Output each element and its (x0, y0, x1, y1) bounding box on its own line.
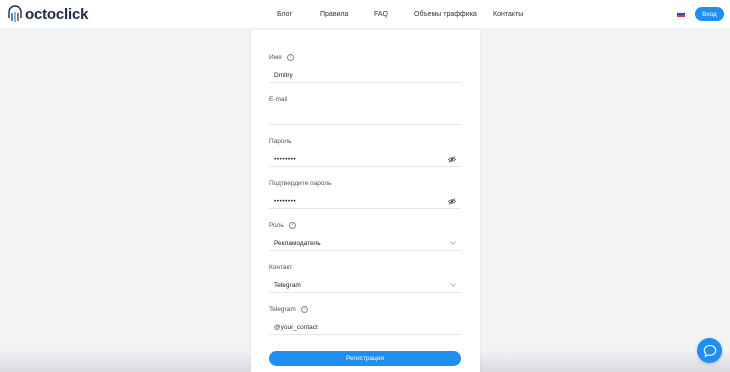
confirm-password-label-text: Подтвердите пароль (269, 180, 332, 187)
confirm-password-label: Подтвердите пароль (269, 180, 332, 187)
nav-traffic[interactable]: Объемы траффика (414, 11, 477, 18)
name-value: Dmitry (274, 72, 293, 79)
chevron-down-icon (450, 241, 456, 245)
role-select[interactable]: Рекламодатель (269, 237, 461, 251)
telegram-label-text: Telegram (269, 306, 296, 313)
password-value: •••••••• (274, 156, 297, 163)
role-value: Рекламодатель (274, 240, 321, 247)
nav-contacts[interactable]: Контакты (493, 11, 523, 18)
email-field[interactable] (269, 111, 461, 125)
contact-select[interactable]: Telegram (269, 279, 461, 293)
nav-faq[interactable]: FAQ (374, 11, 388, 18)
confirm-password-field[interactable]: •••••••• (269, 195, 461, 209)
password-field[interactable]: •••••••• (269, 153, 461, 167)
email-label: E-mail (269, 96, 287, 103)
registration-form: Имя ? Dmitry E-mail Пароль •••••••• Подт… (251, 30, 480, 372)
eye-off-icon[interactable] (448, 198, 456, 205)
password-label-text: Пароль (269, 138, 292, 145)
login-button[interactable]: Вход (695, 7, 724, 21)
help-icon[interactable]: ? (286, 54, 294, 61)
nav-blog[interactable]: Блог (277, 11, 292, 18)
contact-label: Контакт (269, 264, 292, 271)
role-label-text: Роль (269, 222, 284, 229)
brand-name: octoclick (25, 5, 89, 23)
chevron-down-icon (450, 283, 456, 287)
eye-off-icon[interactable] (448, 156, 456, 163)
telegram-placeholder: @your_contact (274, 324, 318, 331)
chat-widget-button[interactable] (697, 338, 722, 363)
register-button[interactable]: Регистрация (269, 351, 461, 366)
contact-value: Telegram (274, 282, 301, 289)
language-flag-icon[interactable] (677, 11, 685, 17)
telegram-label: Telegram ? (269, 306, 308, 313)
help-icon[interactable]: ? (300, 306, 308, 313)
top-header: octoclick Блог Правила FAQ Объемы траффи… (0, 0, 730, 28)
nav-rules[interactable]: Правила (320, 11, 348, 18)
help-icon[interactable]: ? (288, 222, 296, 229)
role-label: Роль ? (269, 222, 296, 229)
chat-bubble-icon (703, 344, 716, 357)
password-label: Пароль (269, 138, 292, 145)
email-label-text: E-mail (269, 96, 288, 103)
contact-label-text: Контакт (269, 264, 293, 271)
telegram-field[interactable]: @your_contact (269, 321, 461, 335)
logo[interactable]: octoclick (6, 4, 88, 24)
confirm-password-value: •••••••• (274, 198, 297, 205)
octopus-logo-icon (8, 5, 22, 22)
name-label: Имя ? (269, 54, 294, 61)
name-label-text: Имя (269, 54, 282, 61)
name-field[interactable]: Dmitry (269, 69, 461, 83)
